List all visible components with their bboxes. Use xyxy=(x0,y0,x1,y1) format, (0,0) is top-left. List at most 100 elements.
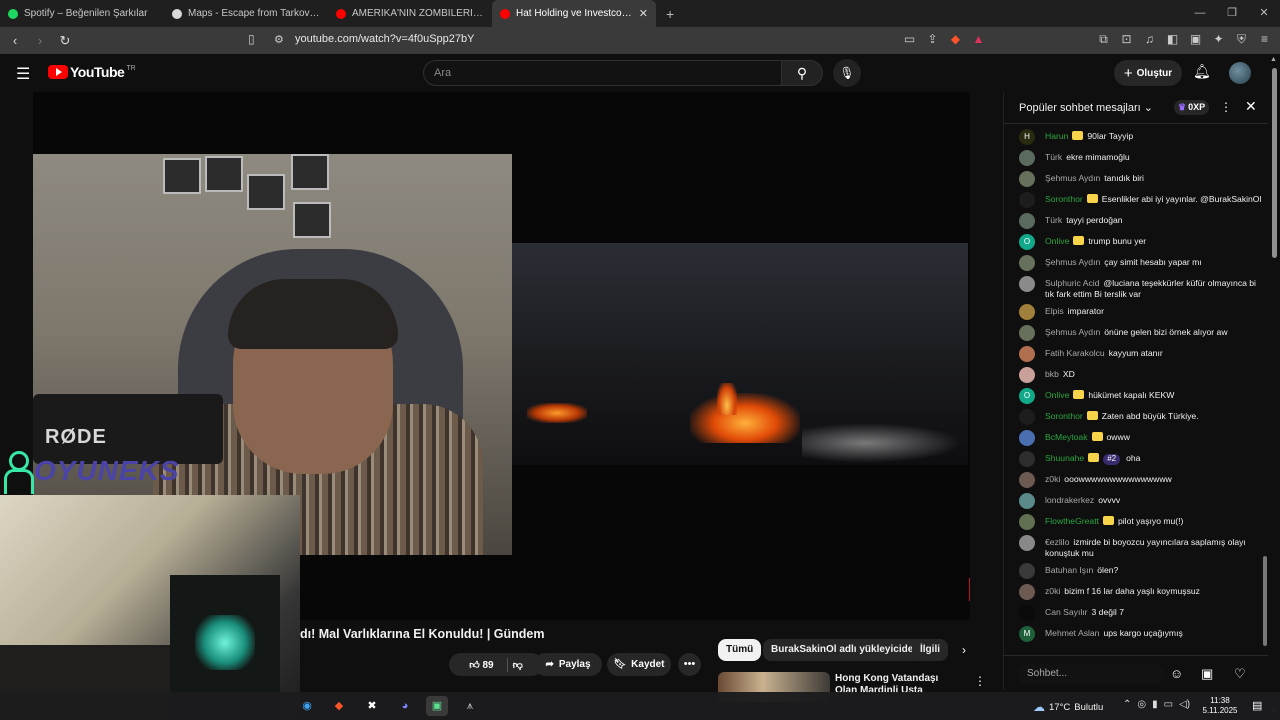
chat-avatar[interactable] xyxy=(1019,367,1035,383)
chat-message[interactable]: Soronthor Esenlikler abi iyi yayınlar. @B… xyxy=(1004,189,1262,210)
extensions-icon[interactable]: ⧉ xyxy=(1096,32,1111,47)
browser-tab[interactable]: Maps - Escape from Tarkov - Tarkov... xyxy=(164,0,328,27)
chat-author[interactable]: Mehmet Aslan xyxy=(1045,628,1099,638)
chat-message[interactable]: Şehmus Aydın önüne gelen bizi örnek alıyo… xyxy=(1004,322,1262,343)
guide-menu-icon[interactable]: ☰ xyxy=(16,64,30,84)
chat-avatar[interactable]: O xyxy=(1019,388,1035,404)
youtube-logo[interactable]: YouTube TR xyxy=(48,64,136,80)
chat-message[interactable]: O Onlive hükümet kapalı KEKW xyxy=(1004,385,1262,406)
chat-author[interactable]: €ezlilo xyxy=(1045,537,1069,547)
media-icon[interactable]: ♫ xyxy=(1142,32,1157,47)
mic-tray-icon[interactable]: ▮ xyxy=(1152,699,1158,710)
active-app-icon[interactable]: ▣ xyxy=(426,696,448,716)
chat-author[interactable]: z0ki xyxy=(1045,474,1060,484)
chat-author[interactable]: Şehmus Aydın xyxy=(1045,173,1100,183)
chat-message[interactable]: BcMeytoak owww xyxy=(1004,427,1262,448)
url-field[interactable]: youtube.com/watch?v=4f0uSpp27bY xyxy=(295,33,475,45)
new-tab-button[interactable]: + xyxy=(656,6,684,22)
chat-message[interactable]: Fatih Karakolcu kayyum atanır xyxy=(1004,343,1262,364)
chat-author[interactable]: Shuunahe xyxy=(1045,453,1084,463)
chat-author[interactable]: Batuhan Işın xyxy=(1045,565,1093,575)
chat-avatar[interactable] xyxy=(1019,451,1035,467)
steam-icon[interactable]: ◎ xyxy=(1137,699,1146,710)
volume-icon[interactable]: ◁) xyxy=(1179,699,1190,710)
chat-author[interactable]: BcMeytoak xyxy=(1045,432,1088,442)
browser-tab[interactable]: AMERİKA'NIN ZOMBİLERİ (BÖYLE Bİ... xyxy=(328,0,492,27)
chat-author[interactable]: FlowtheGreatt xyxy=(1045,516,1099,526)
chat-avatar[interactable] xyxy=(1019,325,1035,341)
site-settings-icon[interactable]: ⚙ xyxy=(274,33,284,46)
account-avatar[interactable] xyxy=(1229,62,1251,84)
clock[interactable]: 11:38 5.11.2025 xyxy=(1200,696,1240,716)
close-chat-icon[interactable]: ✕ xyxy=(1245,98,1257,115)
heart-icon[interactable]: ♡ xyxy=(1234,666,1246,682)
chat-input[interactable]: Sohbet... xyxy=(1017,664,1165,684)
cast-icon[interactable]: ▭ xyxy=(902,32,917,46)
save-button[interactable]: 🔖︎ Kaydet xyxy=(607,653,671,676)
chip-all[interactable]: Tümü xyxy=(718,639,762,661)
channel-watermark-icon[interactable] xyxy=(969,578,970,601)
chat-author[interactable]: Elpis xyxy=(1045,306,1064,316)
chat-avatar[interactable] xyxy=(1019,493,1035,509)
chat-message[interactable]: Soronthor Zaten abd büyük Türkiye. xyxy=(1004,406,1262,427)
weather-widget[interactable]: ☁ 17°C Bulutlu xyxy=(1033,700,1103,714)
chip-related[interactable]: İlgili xyxy=(912,639,948,661)
chat-mode-dropdown[interactable]: Popüler sohbet mesajları ⌄ xyxy=(1019,101,1153,114)
close-window-button[interactable]: ✕ xyxy=(1248,0,1280,27)
chat-message[interactable]: Shuunahe #2 oha xyxy=(1004,448,1262,469)
chat-message[interactable]: Şehmus Aydın tanıdık biri xyxy=(1004,168,1262,189)
chat-avatar[interactable] xyxy=(1019,276,1035,292)
share-page-icon[interactable]: ⇪ xyxy=(925,32,940,46)
chat-author[interactable]: Şehmus Aydın xyxy=(1045,327,1100,337)
chevron-up-icon[interactable]: ⌃ xyxy=(1123,699,1131,710)
chat-message[interactable]: bkb XD xyxy=(1004,364,1262,385)
chat-message[interactable]: Sulphuric Acid @luciana teşekkürler küfür… xyxy=(1004,273,1262,301)
discord-icon[interactable]: ◕ xyxy=(394,696,416,716)
chat-message[interactable]: z0ki ooowwwwwwwwwwwwwww xyxy=(1004,469,1262,490)
chat-author[interactable]: Soronthor xyxy=(1045,411,1083,421)
chat-author[interactable]: bkb xyxy=(1045,369,1059,379)
chat-avatar[interactable]: M xyxy=(1019,626,1035,642)
page-scrollbar[interactable]: ▲ ▼ xyxy=(1270,56,1278,716)
chat-avatar[interactable] xyxy=(1019,192,1035,208)
menu-icon[interactable]: ≡ xyxy=(1257,32,1272,47)
chat-avatar[interactable] xyxy=(1019,430,1035,446)
screenshot-icon[interactable]: ⊡ xyxy=(1119,32,1134,47)
chat-message[interactable]: Türk ekre mimamoğlu xyxy=(1004,147,1262,168)
chat-avatar[interactable] xyxy=(1019,346,1035,362)
chat-message[interactable]: H Harun 90lar Tayyip xyxy=(1004,126,1262,147)
chat-message[interactable]: €ezlilo izmirde bi boyozcu yayıncılara sa… xyxy=(1004,532,1262,560)
chat-author[interactable]: Fatih Karakolcu xyxy=(1045,348,1105,358)
chat-author[interactable]: londrakerkez xyxy=(1045,495,1094,505)
chat-message[interactable]: M Mehmet Aslan ups kargo uçağıymış xyxy=(1004,623,1262,644)
share-button[interactable]: ➦ Paylaş xyxy=(534,653,602,676)
chat-options-icon[interactable]: ⋮ xyxy=(1220,100,1232,114)
chat-avatar[interactable] xyxy=(1019,472,1035,488)
notifications-bell-icon[interactable]: 🔔︎ xyxy=(1193,63,1211,80)
chat-message[interactable]: O Onlive trump bunu yer xyxy=(1004,231,1262,252)
notification-center-icon[interactable]: ▤ xyxy=(1252,699,1262,712)
recommended-more-icon[interactable]: ⋮ xyxy=(974,674,986,688)
forward-icon[interactable]: › xyxy=(30,33,50,48)
more-actions-button[interactable]: ••• xyxy=(678,653,701,676)
bookmark-icon[interactable]: ▯ xyxy=(248,32,255,46)
leo-ai-icon[interactable]: ✦ xyxy=(1211,32,1226,47)
chat-message[interactable]: Can Sayılır 3 değil 7 xyxy=(1004,602,1262,623)
chat-author[interactable]: Onlive xyxy=(1045,236,1069,246)
create-button[interactable]: + Oluştur xyxy=(1114,60,1182,86)
chat-avatar[interactable] xyxy=(1019,150,1035,166)
chat-message[interactable]: londrakerkez ovvvv xyxy=(1004,490,1262,511)
super-chat-icon[interactable]: ▣ xyxy=(1201,666,1213,682)
minimize-button[interactable]: — xyxy=(1184,0,1216,27)
brave-icon[interactable]: ◆ xyxy=(328,696,350,716)
browser-tab[interactable]: Hat Holding ve Investco Hold... ✕ xyxy=(492,0,656,27)
chat-avatar[interactable] xyxy=(1019,563,1035,579)
chat-author[interactable]: Şehmus Aydın xyxy=(1045,257,1100,267)
chat-scrollbar-thumb[interactable] xyxy=(1263,556,1267,646)
chat-avatar[interactable] xyxy=(1019,171,1035,187)
like-button[interactable]: 👍︎ 89 xyxy=(469,659,493,671)
chat-message[interactable]: z0ki bizim f 16 lar daha yaşlı koymuşsuz xyxy=(1004,581,1262,602)
chat-message[interactable]: Elpis imparator xyxy=(1004,301,1262,322)
chat-message[interactable]: Batuhan Işın ölen? xyxy=(1004,560,1262,581)
scroll-up-icon[interactable]: ▲ xyxy=(1270,56,1277,63)
